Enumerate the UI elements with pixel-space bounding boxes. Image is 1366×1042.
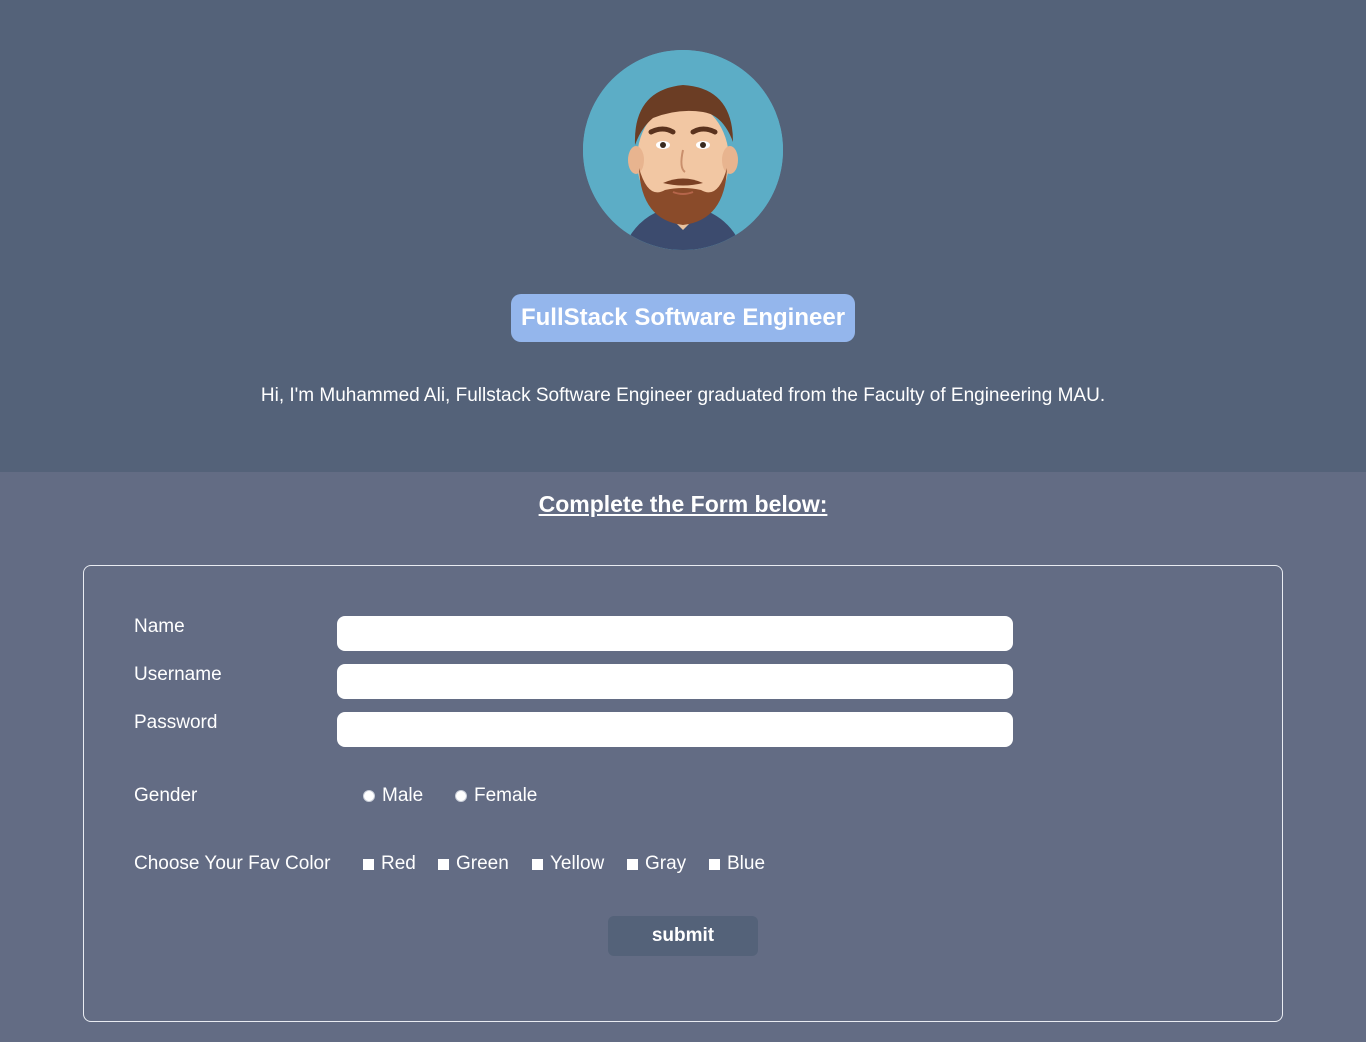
- form-heading: Complete the Form below:: [538, 491, 828, 517]
- gender-label: Gender: [134, 785, 198, 806]
- color-option-blue[interactable]: Blue: [709, 853, 765, 875]
- color-option-label: Blue: [727, 853, 766, 874]
- color-option-yellow[interactable]: Yellow: [532, 853, 604, 875]
- checkbox-icon[interactable]: [627, 858, 638, 870]
- gender-option-label: Female: [474, 785, 538, 806]
- color-option-label: Gray: [645, 853, 687, 874]
- name-input[interactable]: [337, 616, 1013, 651]
- username-input[interactable]: [337, 664, 1013, 699]
- password-label: Password: [134, 712, 218, 733]
- color-option-label: Red: [381, 853, 416, 874]
- color-option-red[interactable]: Red: [363, 853, 416, 875]
- radio-icon[interactable]: [363, 790, 375, 802]
- checkbox-icon[interactable]: [709, 858, 720, 870]
- name-label: Name: [134, 616, 185, 637]
- checkbox-icon[interactable]: [532, 858, 543, 870]
- color-label: Choose Your Fav Color: [134, 853, 331, 874]
- password-input[interactable]: [337, 712, 1013, 747]
- role-badge: FullStack Software Engineer: [511, 294, 855, 342]
- avatar-illustration: [583, 50, 783, 250]
- color-option-label: Yellow: [550, 853, 605, 874]
- gender-option-female[interactable]: Female: [455, 785, 537, 807]
- submit-button[interactable]: submit: [608, 916, 758, 956]
- signup-form: Name Username Password Gender Male Femal…: [83, 565, 1283, 1022]
- color-option-gray[interactable]: Gray: [627, 853, 686, 875]
- color-option-label: Green: [456, 853, 509, 874]
- checkbox-icon[interactable]: [363, 858, 374, 870]
- radio-icon[interactable]: [455, 790, 467, 802]
- checkbox-icon[interactable]: [438, 858, 449, 870]
- intro-text: Hi, I'm Muhammed Ali, Fullstack Software…: [260, 385, 1106, 406]
- profile-header: FullStack Software Engineer Hi, I'm Muha…: [0, 0, 1366, 472]
- gender-option-label: Male: [382, 785, 424, 806]
- gender-option-male[interactable]: Male: [363, 785, 423, 807]
- username-label: Username: [134, 664, 222, 685]
- color-option-green[interactable]: Green: [438, 853, 509, 875]
- profile-avatar: [583, 50, 783, 250]
